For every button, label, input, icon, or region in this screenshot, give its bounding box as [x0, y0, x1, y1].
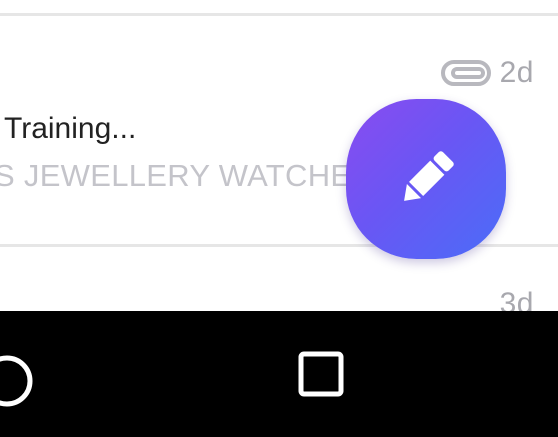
pencil-icon	[404, 151, 454, 201]
system-nav-bar	[0, 311, 558, 437]
attachment-icon	[440, 59, 492, 87]
circle-icon[interactable]	[0, 352, 36, 410]
screen: 2d Training... S JEWELLERY WATCHES › F 3…	[0, 0, 558, 437]
item-subject: Training...	[4, 112, 137, 145]
compose-button[interactable]	[346, 99, 506, 259]
list-item[interactable]: 3d	[0, 247, 558, 320]
square-icon[interactable]	[298, 351, 344, 397]
item-time: 2d	[499, 56, 534, 89]
item-meta: 2d	[440, 56, 534, 90]
